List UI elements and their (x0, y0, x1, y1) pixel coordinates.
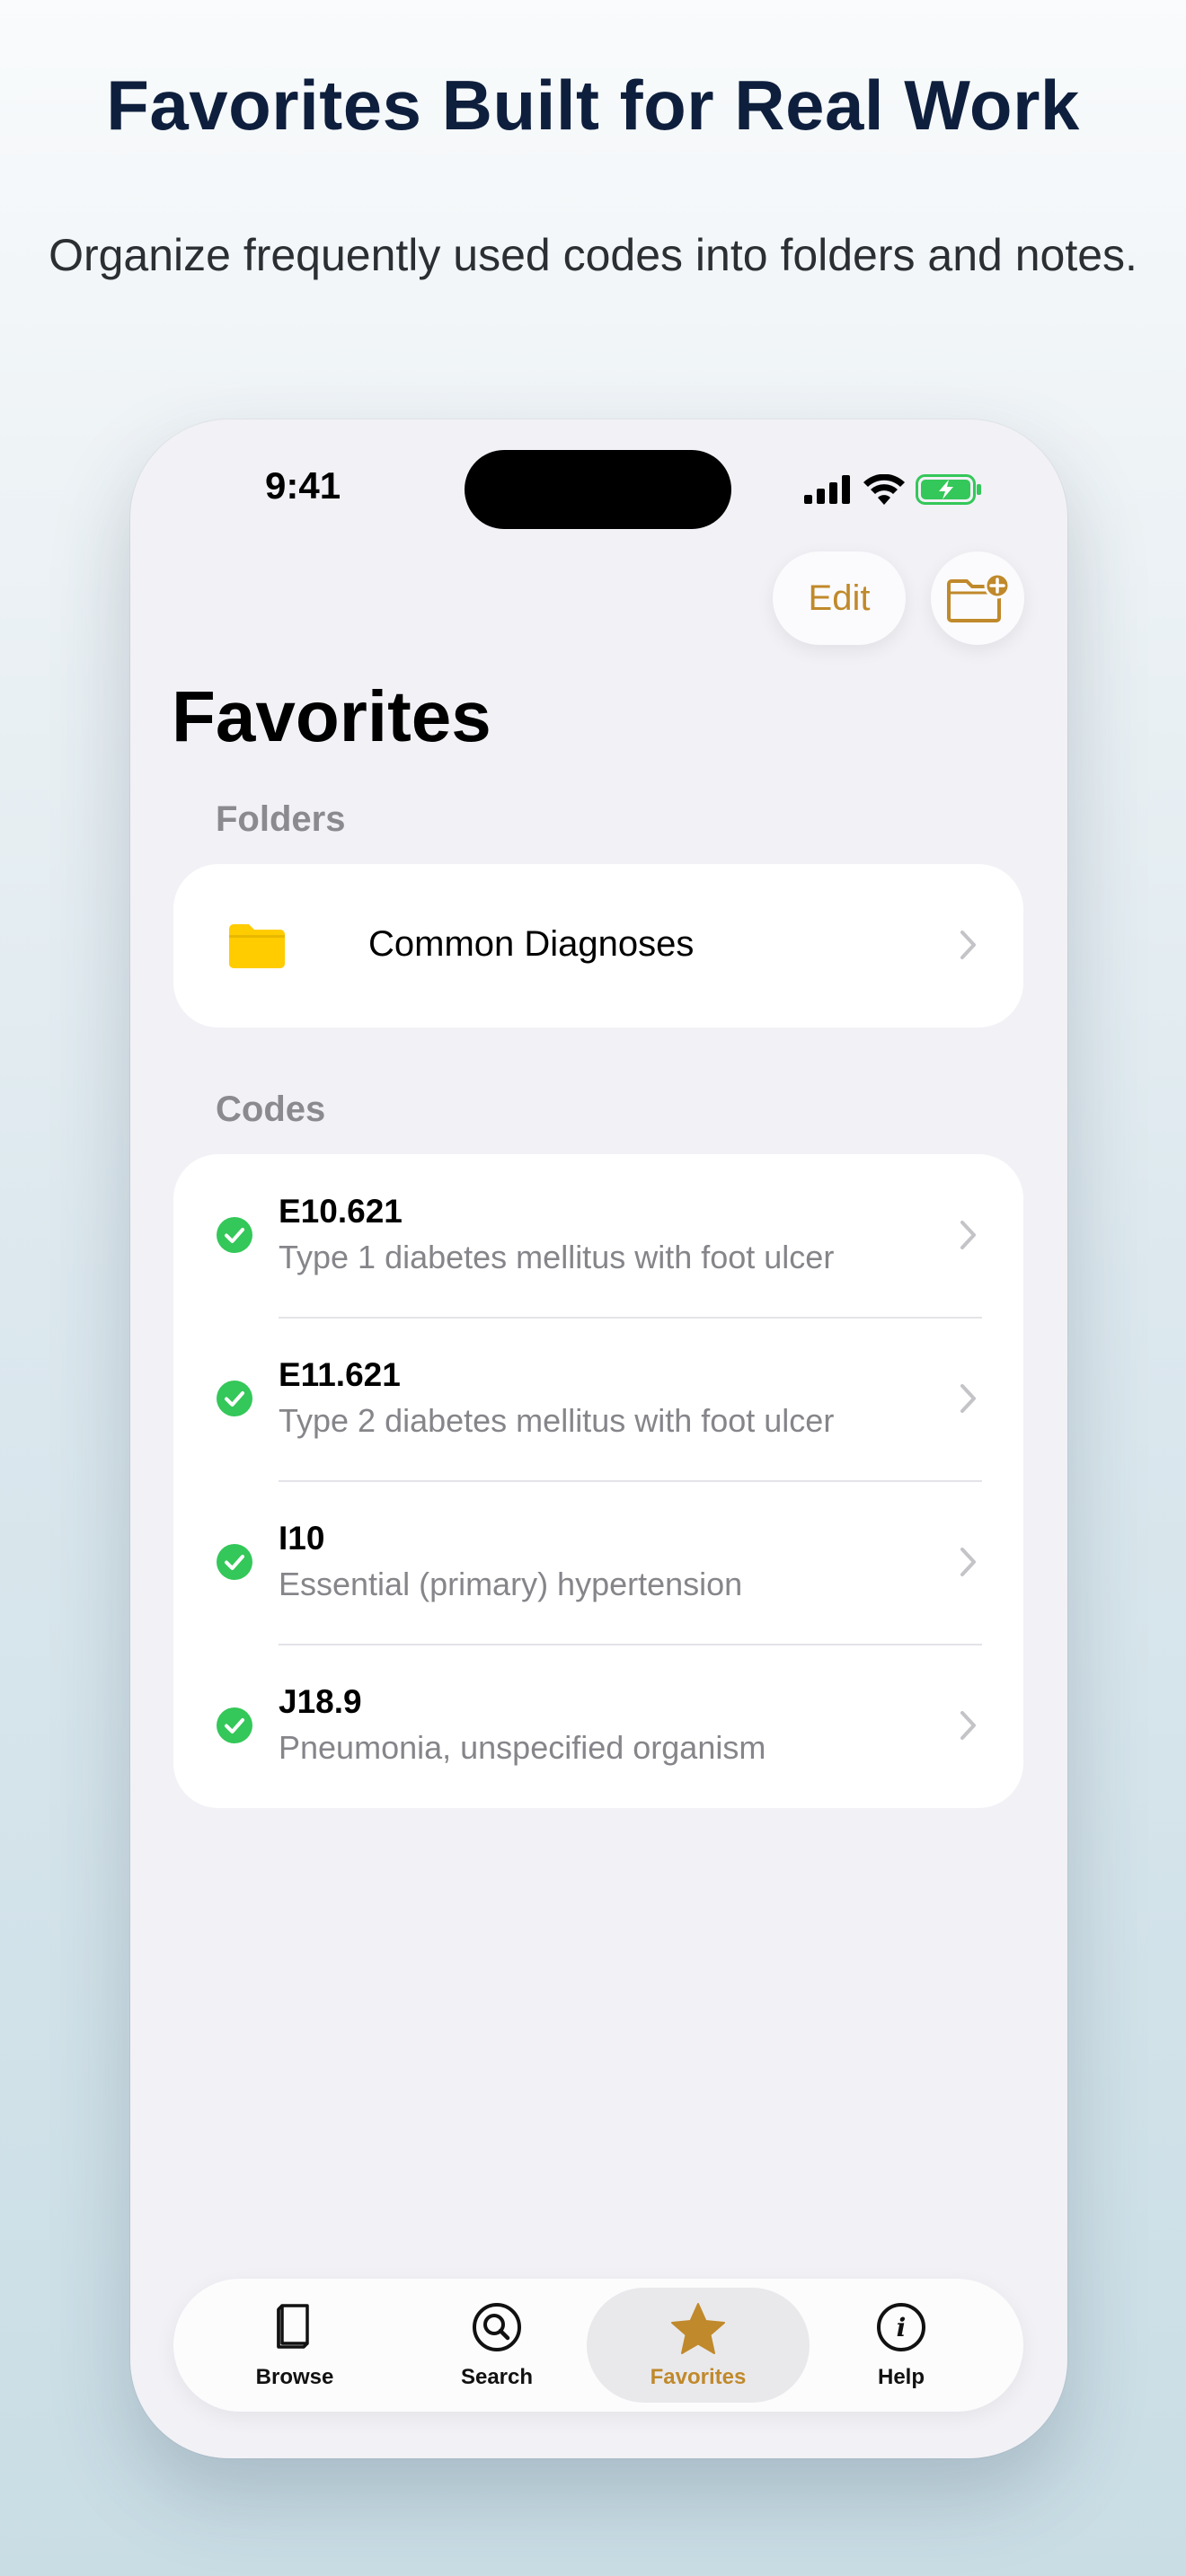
code-row-j18-9[interactable]: J18.9 Pneumonia, unspecified organism (173, 1645, 1023, 1808)
folders-section-label: Folders (216, 799, 346, 839)
magnifier-icon (473, 2303, 521, 2351)
chevron-right-icon (960, 1711, 976, 1740)
tab-browse-label: Browse (255, 2365, 334, 2389)
chevron-right-icon (960, 1548, 976, 1576)
tab-search-label: Search (460, 2365, 534, 2389)
chevron-right-icon (960, 1221, 976, 1249)
dynamic-island (465, 450, 731, 529)
folder-name: Common Diagnoses (368, 924, 695, 964)
tab-browse[interactable]: Browse (196, 2279, 394, 2412)
star-icon (671, 2303, 725, 2354)
code-description: Pneumonia, unspecified organism (279, 1729, 766, 1766)
edit-button[interactable]: Edit (773, 551, 906, 645)
phone-screen: 9:41 Edit Favorites Folders Common Diagn… (130, 419, 1067, 2458)
tab-favorites-label: Favorites (650, 2365, 747, 2389)
chevron-right-icon (960, 1384, 976, 1413)
info-icon: i (877, 2303, 925, 2351)
promo-headline: Favorites Built for Real Work (106, 66, 1080, 145)
code-value: E11.621 (279, 1356, 401, 1393)
folder-add-icon (947, 573, 1010, 622)
battery-charging-icon (916, 474, 981, 505)
check-circle-icon (217, 1381, 252, 1416)
code-value: I10 (279, 1520, 325, 1557)
check-circle-icon (217, 1544, 252, 1580)
add-folder-button[interactable] (931, 551, 1024, 645)
tab-help-label: Help (877, 2365, 925, 2389)
tab-search[interactable]: Search (398, 2279, 596, 2412)
codes-section-label: Codes (216, 1090, 326, 1129)
code-value: E10.621 (279, 1193, 403, 1230)
page-title: Favorites (172, 676, 491, 756)
tab-bar: Browse Search Favorites i Help (173, 2279, 1023, 2412)
status-icons (804, 472, 982, 507)
chevron-right-icon (960, 931, 976, 959)
folder-row-common-diagnoses[interactable]: Common Diagnoses (173, 864, 1023, 1028)
svg-text:i: i (897, 2313, 907, 2342)
folder-icon (229, 924, 285, 968)
code-description: Type 2 diabetes mellitus with foot ulcer (279, 1402, 835, 1439)
check-circle-icon (217, 1217, 252, 1253)
promo-subheadline: Organize frequently used codes into fold… (49, 230, 1137, 280)
code-row-e10-621[interactable]: E10.621 Type 1 diabetes mellitus with fo… (173, 1154, 1023, 1318)
code-row-e11-621[interactable]: E11.621 Type 2 diabetes mellitus with fo… (173, 1318, 1023, 1481)
cellular-signal-icon (804, 475, 850, 504)
wifi-icon (863, 474, 905, 505)
codes-list: E10.621 Type 1 diabetes mellitus with fo… (173, 1154, 1023, 1808)
tab-favorites[interactable]: Favorites (599, 2279, 797, 2412)
code-row-i10[interactable]: I10 Essential (primary) hypertension (173, 1481, 1023, 1645)
code-description: Type 1 diabetes mellitus with foot ulcer (279, 1239, 835, 1275)
code-description: Essential (primary) hypertension (279, 1566, 743, 1602)
code-value: J18.9 (279, 1683, 362, 1720)
status-time: 9:41 (265, 464, 341, 507)
tab-help[interactable]: i Help (802, 2279, 1000, 2412)
check-circle-icon (217, 1707, 252, 1743)
book-icon (277, 2304, 309, 2349)
